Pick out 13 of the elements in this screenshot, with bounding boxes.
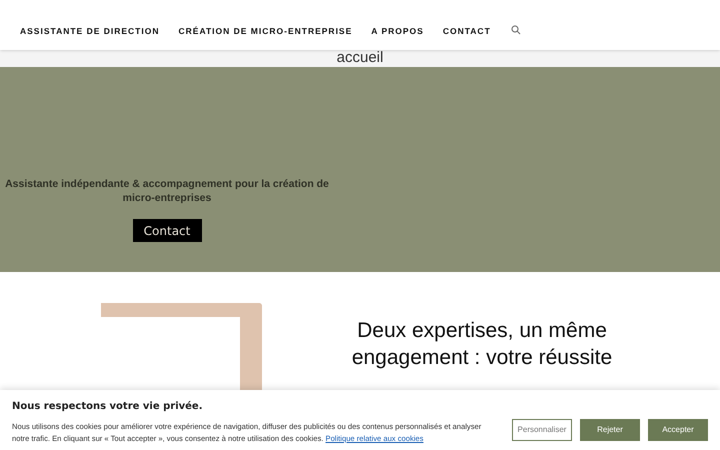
nav-link[interactable]: CRÉATION DE MICRO-ENTREPRISE bbox=[178, 25, 352, 38]
page-title: accueil bbox=[336, 50, 384, 66]
cookie-button[interactable]: Accepter bbox=[648, 419, 708, 441]
cookie-button[interactable]: Rejeter bbox=[580, 419, 640, 441]
contact-button[interactable]: Contact bbox=[132, 219, 202, 242]
section-heading: Deux expertises, un même engagement : votre réussite bbox=[350, 318, 614, 371]
cookie-button[interactable]: Personnaliser bbox=[512, 419, 572, 441]
nav-link[interactable]: A PROPOS bbox=[371, 25, 424, 38]
search-icon[interactable] bbox=[510, 25, 521, 35]
nav-link[interactable]: CONTACT bbox=[442, 25, 491, 38]
nav-link[interactable]: ASSISTANTE DE DIRECTION bbox=[20, 25, 160, 38]
cookie-title: Nous respectons votre vie privée. bbox=[12, 400, 204, 414]
hero-tagline: Assistante indépendante & accompagnement pour la création de micro-entreprises bbox=[4, 177, 330, 205]
